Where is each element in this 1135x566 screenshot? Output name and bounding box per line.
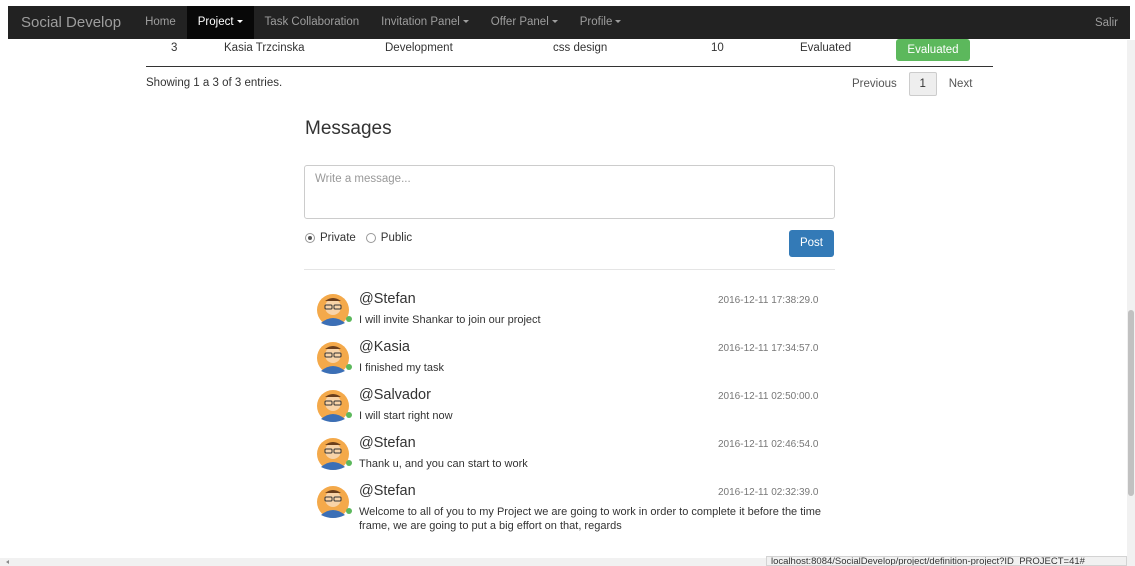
evaluated-button[interactable]: Evaluated bbox=[896, 39, 970, 61]
visibility-options: Private Public bbox=[305, 232, 422, 244]
public-label: Public bbox=[380, 232, 413, 244]
private-option[interactable]: Private bbox=[305, 232, 356, 244]
nav-project-label: Project bbox=[197, 16, 234, 28]
message-item: @Stefan 2016-12-11 02:32:39.0 Welcome to… bbox=[316, 483, 836, 535]
private-radio[interactable] bbox=[305, 233, 315, 243]
message-item: @Kasia 2016-12-11 17:34:57.0 I finished … bbox=[316, 339, 836, 381]
messages-title: Messages bbox=[305, 118, 392, 139]
scrollbar-thumb[interactable] bbox=[1128, 310, 1134, 496]
public-option[interactable]: Public bbox=[365, 232, 413, 244]
message-item: @Stefan 2016-12-11 17:38:29.0 I will inv… bbox=[316, 291, 836, 333]
message-text: I will start right now bbox=[359, 410, 453, 422]
message-user[interactable]: @Kasia bbox=[359, 339, 410, 355]
message-user[interactable]: @Stefan bbox=[359, 435, 416, 451]
message-time: 2016-12-11 02:46:54.0 bbox=[718, 439, 819, 450]
avatar-icon bbox=[317, 390, 349, 422]
public-radio[interactable] bbox=[365, 233, 376, 243]
nav-invitation-panel-label: Invitation Panel bbox=[381, 16, 460, 28]
message-item: @Stefan 2016-12-11 02:46:54.0 Thank u, a… bbox=[316, 435, 836, 477]
caret-down-icon bbox=[615, 20, 622, 24]
nav-profile[interactable]: Profile bbox=[569, 6, 633, 39]
message-item: @Salvador 2016-12-11 02:50:00.0 I will s… bbox=[316, 387, 836, 429]
avatar-icon bbox=[317, 342, 349, 374]
next-page-link[interactable]: Next bbox=[941, 72, 981, 96]
message-text: Thank u, and you can start to work bbox=[359, 458, 528, 470]
pagination: Previous 1 Next bbox=[844, 72, 980, 96]
current-page[interactable]: 1 bbox=[908, 72, 937, 96]
row-task: css design bbox=[553, 42, 608, 54]
message-time: 2016-12-11 17:34:57.0 bbox=[718, 343, 819, 354]
row-id: 3 bbox=[171, 42, 178, 54]
avatar-icon bbox=[317, 294, 349, 326]
caret-down-icon bbox=[236, 20, 243, 24]
message-time: 2016-12-11 02:50:00.0 bbox=[718, 391, 819, 402]
logout-link[interactable]: Salir bbox=[1095, 17, 1130, 29]
row-score: 10 bbox=[711, 42, 724, 54]
avatar-icon bbox=[317, 438, 349, 470]
scroll-left-arrow-icon[interactable] bbox=[6, 560, 9, 564]
message-input[interactable] bbox=[304, 165, 835, 219]
online-status-icon bbox=[346, 412, 352, 418]
nav-project[interactable]: Project bbox=[186, 6, 254, 39]
message-text: Welcome to all of you to my Project we a… bbox=[359, 506, 822, 532]
message-time: 2016-12-11 02:32:39.0 bbox=[718, 487, 819, 498]
private-label: Private bbox=[320, 232, 356, 244]
caret-down-icon bbox=[551, 20, 558, 24]
online-status-icon bbox=[346, 364, 352, 370]
nav-offer-panel[interactable]: Offer Panel bbox=[480, 6, 569, 39]
table-info: Showing 1 a 3 of 3 entries. bbox=[146, 77, 283, 89]
brand-link[interactable]: Social Develop bbox=[8, 6, 134, 39]
divider bbox=[304, 269, 835, 270]
table-row: 3 Kasia Trzcinska Development css design… bbox=[146, 39, 993, 67]
online-status-icon bbox=[346, 460, 352, 466]
post-button[interactable]: Post bbox=[789, 230, 834, 257]
top-navbar: Social Develop Home Project Task Collabo… bbox=[8, 6, 1130, 39]
row-status: Evaluated bbox=[800, 42, 852, 54]
avatar-icon bbox=[317, 486, 349, 518]
nav-home[interactable]: Home bbox=[134, 6, 187, 39]
nav-home-label: Home bbox=[145, 16, 176, 28]
nav-invitation-panel[interactable]: Invitation Panel bbox=[370, 6, 480, 39]
nav-offer-panel-label: Offer Panel bbox=[490, 16, 549, 28]
nav-profile-label: Profile bbox=[579, 16, 613, 28]
message-user[interactable]: @Stefan bbox=[359, 291, 416, 307]
caret-down-icon bbox=[462, 20, 469, 24]
message-text: I finished my task bbox=[359, 362, 444, 374]
online-status-icon bbox=[346, 508, 352, 514]
previous-page-link[interactable]: Previous bbox=[844, 72, 905, 96]
row-name: Kasia Trzcinska bbox=[224, 42, 305, 54]
online-status-icon bbox=[346, 316, 352, 322]
message-text: I will invite Shankar to join our projec… bbox=[359, 314, 541, 326]
nav-task-collaboration-label: Task Collaboration bbox=[264, 16, 360, 28]
message-user[interactable]: @Salvador bbox=[359, 387, 431, 403]
nav-task-collaboration[interactable]: Task Collaboration bbox=[254, 6, 371, 39]
status-url: localhost:8084/SocialDevelop/project/def… bbox=[766, 556, 1127, 566]
row-area: Development bbox=[385, 42, 453, 54]
message-time: 2016-12-11 17:38:29.0 bbox=[718, 295, 819, 306]
message-user[interactable]: @Stefan bbox=[359, 483, 416, 499]
